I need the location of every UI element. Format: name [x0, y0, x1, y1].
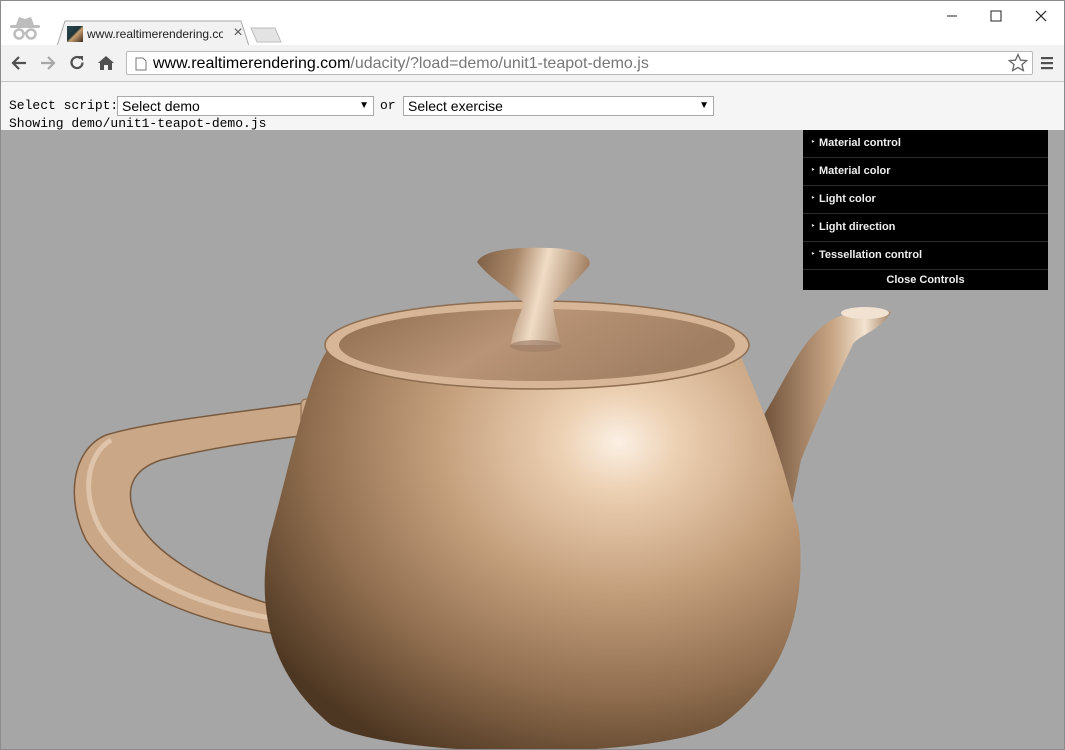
folder-material-color[interactable]: ‣ Material color: [803, 158, 1048, 186]
demo-select[interactable]: Select demo ▼: [117, 96, 374, 116]
dat-gui-panel: ‣ Material control ‣ Material color ‣ Li…: [803, 130, 1048, 290]
exercise-select-value: Select exercise: [408, 98, 503, 114]
maximize-button[interactable]: [974, 5, 1018, 27]
site-favicon: [67, 26, 83, 42]
chrome-menu-button[interactable]: [1039, 55, 1055, 71]
select-script-label: Select script:: [9, 98, 119, 113]
page-icon: [135, 57, 147, 71]
folder-label: Light direction: [819, 221, 896, 233]
webgl-canvas[interactable]: ‣ Material control ‣ Material color ‣ Li…: [1, 130, 1064, 749]
spout-tip: [841, 307, 889, 319]
new-tab-button[interactable]: [249, 27, 283, 43]
dropdown-arrow-icon: ▼: [699, 100, 709, 111]
minimize-button[interactable]: [930, 5, 974, 27]
folder-collapsed-icon: ‣: [811, 223, 816, 230]
or-label: or: [380, 98, 396, 113]
url-path: /udacity/?load=demo/unit1-teapot-demo.js: [350, 55, 649, 72]
close-controls-button[interactable]: Close Controls: [803, 270, 1048, 290]
folder-collapsed-icon: ‣: [811, 139, 816, 146]
demo-select-value: Select demo: [122, 98, 200, 114]
folder-label: Light color: [819, 193, 876, 205]
folder-light-direction[interactable]: ‣ Light direction: [803, 214, 1048, 242]
url-text[interactable]: www.realtimerendering.com/udacity/?load=…: [153, 54, 649, 74]
exercise-select[interactable]: Select exercise ▼: [403, 96, 714, 116]
back-arrow-icon: [11, 56, 26, 70]
active-tab[interactable]: www.realtimerendering.com/udacity/?load=…: [57, 20, 249, 46]
browser-toolbar: www.realtimerendering.com/udacity/?load=…: [1, 45, 1064, 82]
tab-close-button[interactable]: ×: [231, 24, 245, 42]
forward-button[interactable]: [38, 53, 58, 73]
close-window-button[interactable]: [1019, 5, 1063, 27]
address-bar[interactable]: www.realtimerendering.com/udacity/?load=…: [126, 51, 1033, 75]
folder-tessellation-control[interactable]: ‣ Tessellation control: [803, 242, 1048, 270]
browser-window: www.realtimerendering.com/udacity/?load=…: [0, 0, 1065, 750]
folder-material-control[interactable]: ‣ Material control: [803, 130, 1048, 158]
page-content: Select script: Select demo ▼ or Select e…: [1, 82, 1064, 749]
hamburger-menu-icon: [1041, 57, 1053, 70]
url-host: www.realtimerendering.com: [153, 55, 351, 72]
home-button[interactable]: [96, 53, 116, 73]
home-icon: [98, 56, 114, 70]
folder-label: Material control: [819, 137, 901, 149]
tab-title: www.realtimerendering.com/udacity/?load=…: [87, 27, 223, 41]
folder-collapsed-icon: ‣: [811, 195, 816, 202]
forward-arrow-icon: [41, 56, 56, 70]
title-bar: www.realtimerendering.com/udacity/?load=…: [1, 1, 1064, 46]
folder-collapsed-icon: ‣: [811, 167, 816, 174]
back-button[interactable]: [9, 53, 29, 73]
folder-collapsed-icon: ‣: [811, 251, 816, 258]
folder-light-color[interactable]: ‣ Light color: [803, 186, 1048, 214]
star-icon[interactable]: [1008, 53, 1028, 73]
dropdown-arrow-icon: ▼: [359, 100, 369, 111]
reload-icon: [70, 55, 84, 70]
script-controls: Select script: Select demo ▼ or Select e…: [1, 82, 1064, 131]
showing-status: Showing demo/unit1-teapot-demo.js: [9, 116, 267, 131]
folder-label: Tessellation control: [819, 249, 923, 261]
incognito-icon: [7, 15, 43, 43]
reload-button[interactable]: [67, 53, 87, 73]
folder-label: Material color: [819, 165, 891, 177]
